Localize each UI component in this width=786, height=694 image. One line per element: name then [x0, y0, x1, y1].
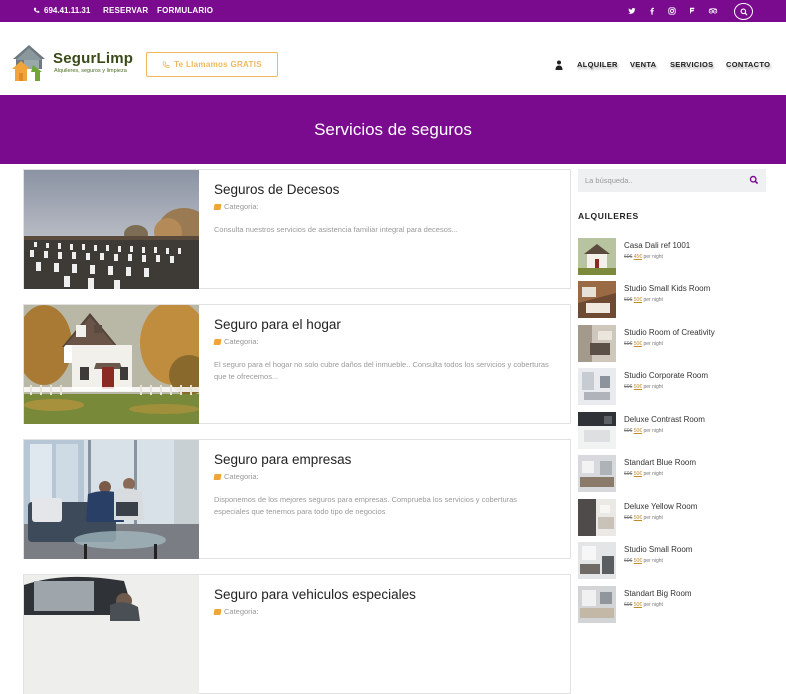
card-title[interactable]: Seguro para el hogar [214, 317, 341, 332]
search-icon[interactable] [749, 175, 759, 185]
rental-item[interactable]: Studio Corporate Room 60€ 50€ per night [578, 368, 768, 406]
room-price: 60€ 50€ per night [624, 471, 663, 477]
room-price: 60€ 50€ per night [624, 558, 663, 564]
room-name[interactable]: Casa Dali ref 1001 [624, 241, 690, 250]
card-description: Consulta nuestros servicios de asistenci… [214, 225, 458, 234]
card-title[interactable]: Seguro para empresas [214, 452, 351, 467]
card-title[interactable]: Seguros de Decesos [214, 182, 339, 197]
room-thumbnail[interactable] [578, 499, 616, 536]
tag-icon [213, 608, 222, 615]
main-header: SegurLimp Alquileres, seguros y limpieza… [0, 22, 786, 95]
formulario-link[interactable]: FORMULARIO [157, 6, 213, 15]
house-image[interactable] [24, 305, 199, 424]
room-price: 60€ 50€ per night [624, 384, 663, 390]
card-description: Disponemos de los mejores seguros para e… [214, 495, 518, 516]
nav-venta[interactable]: VENTA [630, 60, 656, 69]
tag-icon [213, 473, 222, 480]
room-thumbnail[interactable] [578, 586, 616, 623]
room-price: 60€ 45€ per night [624, 254, 663, 260]
page-hero: Servicios de seguros [0, 95, 786, 164]
room-thumbnail[interactable] [578, 325, 616, 362]
logo-icon[interactable] [9, 43, 49, 83]
phone-icon [162, 60, 170, 68]
card-category: Categoria: [213, 472, 259, 481]
rental-item[interactable]: Studio Small Kids Room 60€ 50€ per night [578, 281, 768, 319]
category-label: Categoria: [224, 202, 259, 211]
call-me-free-button[interactable]: Te Llamamos GRATIS [146, 52, 278, 77]
office-image[interactable] [24, 440, 199, 559]
card-description: El seguro para el hogar no solo cubre da… [214, 360, 549, 381]
category-label: Categoria: [224, 472, 259, 481]
room-price: 60€ 50€ per night [624, 341, 663, 347]
room-price: 60€ 50€ per night [624, 428, 663, 434]
reservar-link[interactable]: RESERVAR [103, 6, 148, 15]
room-thumbnail[interactable] [578, 281, 616, 318]
search-icon [740, 8, 747, 15]
sidebar-search-input[interactable]: La búsqueda.. [578, 169, 766, 192]
room-name[interactable]: Studio Small Room [624, 545, 692, 554]
tag-icon [213, 338, 222, 345]
card-title[interactable]: Seguro para vehiculos especiales [214, 587, 416, 602]
user-icon[interactable] [555, 60, 563, 70]
page-title: Servicios de seguros [314, 119, 472, 139]
room-name[interactable]: Standart Blue Room [624, 458, 696, 467]
phone-icon [33, 7, 40, 13]
foursquare-icon[interactable] [686, 5, 698, 17]
phone-number: 694.41.11.31 [44, 6, 91, 15]
room-name[interactable]: Standart Big Room [624, 589, 692, 598]
room-name[interactable]: Deluxe Contrast Room [624, 415, 705, 424]
card-category: Categoria: [213, 607, 259, 616]
room-thumbnail[interactable] [578, 368, 616, 405]
room-thumbnail[interactable] [578, 412, 616, 449]
category-label: Categoria: [224, 607, 259, 616]
brand-name[interactable]: SegurLimp [53, 50, 133, 67]
search-placeholder: La búsqueda.. [585, 176, 633, 185]
room-price: 60€ 50€ per night [624, 297, 663, 303]
phone-link[interactable]: 694.41.11.31 [33, 6, 90, 15]
room-name[interactable]: Studio Corporate Room [624, 371, 708, 380]
rental-item[interactable]: Studio Small Room 60€ 50€ per night [578, 542, 768, 580]
instagram-icon[interactable] [666, 5, 678, 17]
nav-servicios[interactable]: SERVICIOS [670, 60, 713, 69]
rental-item[interactable]: Casa Dali ref 1001 60€ 45€ per night [578, 238, 768, 276]
room-price: 60€ 50€ per night [624, 602, 663, 608]
rental-item[interactable]: Deluxe Contrast Room 60€ 50€ per night [578, 412, 768, 450]
service-card[interactable]: Seguro para empresas Categoria: Disponem… [23, 439, 571, 559]
twitter-icon[interactable] [626, 5, 638, 17]
room-name[interactable]: Studio Room of Creativity [624, 328, 715, 337]
top-bar: 694.41.11.31 RESERVAR FORMULARIO [0, 0, 786, 22]
room-price: 60€ 50€ per night [624, 515, 663, 521]
cemetery-image[interactable] [24, 170, 199, 289]
room-thumbnail[interactable] [578, 455, 616, 492]
nav-alquiler[interactable]: ALQUILER [577, 60, 618, 69]
room-thumbnail[interactable] [578, 238, 616, 275]
tripadvisor-icon[interactable] [707, 5, 719, 17]
service-card[interactable]: Seguros de Decesos Categoria: Consulta n… [23, 169, 571, 289]
rental-item[interactable]: Standart Big Room 60€ 50€ per night [578, 586, 768, 624]
room-thumbnail[interactable] [578, 542, 616, 579]
header-search-button[interactable] [734, 3, 753, 20]
service-card[interactable]: Seguro para vehiculos especiales Categor… [23, 574, 571, 694]
rental-item[interactable]: Standart Blue Room 60€ 50€ per night [578, 455, 768, 493]
card-category: Categoria: [213, 337, 259, 346]
card-category: Categoria: [213, 202, 259, 211]
room-name[interactable]: Studio Small Kids Room [624, 284, 710, 293]
brand-tagline: Alquileres, seguros y limpieza [54, 68, 127, 74]
room-name[interactable]: Deluxe Yellow Room [624, 502, 697, 511]
sidebar-heading: ALQUILERES [578, 211, 639, 221]
service-card[interactable]: Seguro para el hogar Categoria: El segur… [23, 304, 571, 424]
tag-icon [213, 203, 222, 210]
facebook-icon[interactable] [646, 5, 658, 17]
nav-contacto[interactable]: CONTACTO [726, 60, 770, 69]
call-me-free-label: Te Llamamos GRATIS [174, 60, 262, 69]
vehicle-image[interactable] [24, 575, 199, 694]
rental-item[interactable]: Deluxe Yellow Room 60€ 50€ per night [578, 499, 768, 537]
category-label: Categoria: [224, 337, 259, 346]
rental-item[interactable]: Studio Room of Creativity 60€ 50€ per ni… [578, 325, 768, 363]
